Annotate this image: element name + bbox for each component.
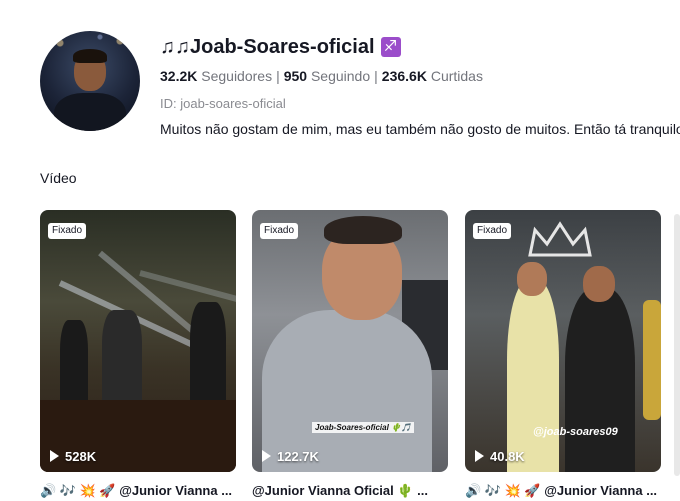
person-head [517, 262, 547, 296]
video-card-2[interactable]: Joab-Soares-oficial 🌵🎵 Fixado 122.7K [252, 210, 448, 472]
view-count: 40.8K [475, 449, 525, 464]
video-caption-1[interactable]: 🔊 🎶 💥 🚀 @Junior Vianna ... [40, 483, 236, 499]
profile-id: ID: joab-soares-oficial [160, 96, 286, 111]
view-count-text: 40.8K [490, 449, 525, 464]
view-count: 122.7K [262, 449, 319, 464]
next-card-edge [674, 214, 680, 476]
person-head [583, 266, 615, 302]
pinned-badge: Fixado [48, 223, 87, 239]
view-count-text: 122.7K [277, 449, 319, 464]
view-count: 528K [50, 449, 96, 464]
profile-stats: 32.2K Seguidores | 950 Seguindo | 236.6K Cur… [160, 68, 483, 84]
play-icon [50, 450, 59, 462]
person-shirt [262, 310, 432, 472]
username-text: ♫♫Joab-Soares-oficial [160, 36, 375, 58]
video-overlay-tag: Joab-Soares-oficial 🌵🎵 [312, 422, 414, 433]
likes-count: 236.6K [381, 68, 427, 84]
crown-logo-icon [528, 221, 592, 257]
stats-separator: | [374, 68, 378, 84]
video-card-1[interactable]: Fixado 528K [40, 210, 236, 472]
stats-separator: | [276, 68, 280, 84]
avatar-hair [73, 49, 107, 63]
pinned-badge: Fixado [473, 223, 512, 239]
following-label: Seguindo [310, 68, 371, 84]
play-icon [262, 450, 271, 462]
person-figure [507, 280, 559, 472]
video-caption-3[interactable]: 🔊 🎶 💥 🚀 @Junior Vianna ... [465, 483, 661, 499]
video-caption-2[interactable]: @Junior Vianna Oficial 🌵 ... [252, 483, 448, 499]
likes-label: Curtidas [430, 68, 483, 84]
followers-label: Seguidores [201, 68, 273, 84]
saxophone-shape [643, 300, 661, 420]
pinned-badge: Fixado [260, 223, 299, 239]
avatar-body [54, 93, 126, 131]
video-overlay-tag: @joab-soares09 [533, 426, 618, 438]
sagittarius-icon: ♐ [380, 37, 401, 57]
following-count[interactable]: 950 [284, 68, 307, 84]
play-icon [475, 450, 484, 462]
person-hair [324, 216, 402, 244]
profile-avatar[interactable] [40, 31, 140, 131]
followers-count[interactable]: 32.2K [160, 68, 197, 84]
profile-username: ♫♫Joab-Soares-oficial ♐ [160, 36, 401, 59]
videos-section-label: Vídeo [40, 170, 77, 186]
profile-bio: Muitos não gostam de mim, mas eu também … [160, 121, 680, 137]
person-figure [565, 288, 635, 472]
video-card-3[interactable]: @joab-soares09 Fixado 40.8K [465, 210, 661, 472]
view-count-text: 528K [65, 449, 97, 464]
